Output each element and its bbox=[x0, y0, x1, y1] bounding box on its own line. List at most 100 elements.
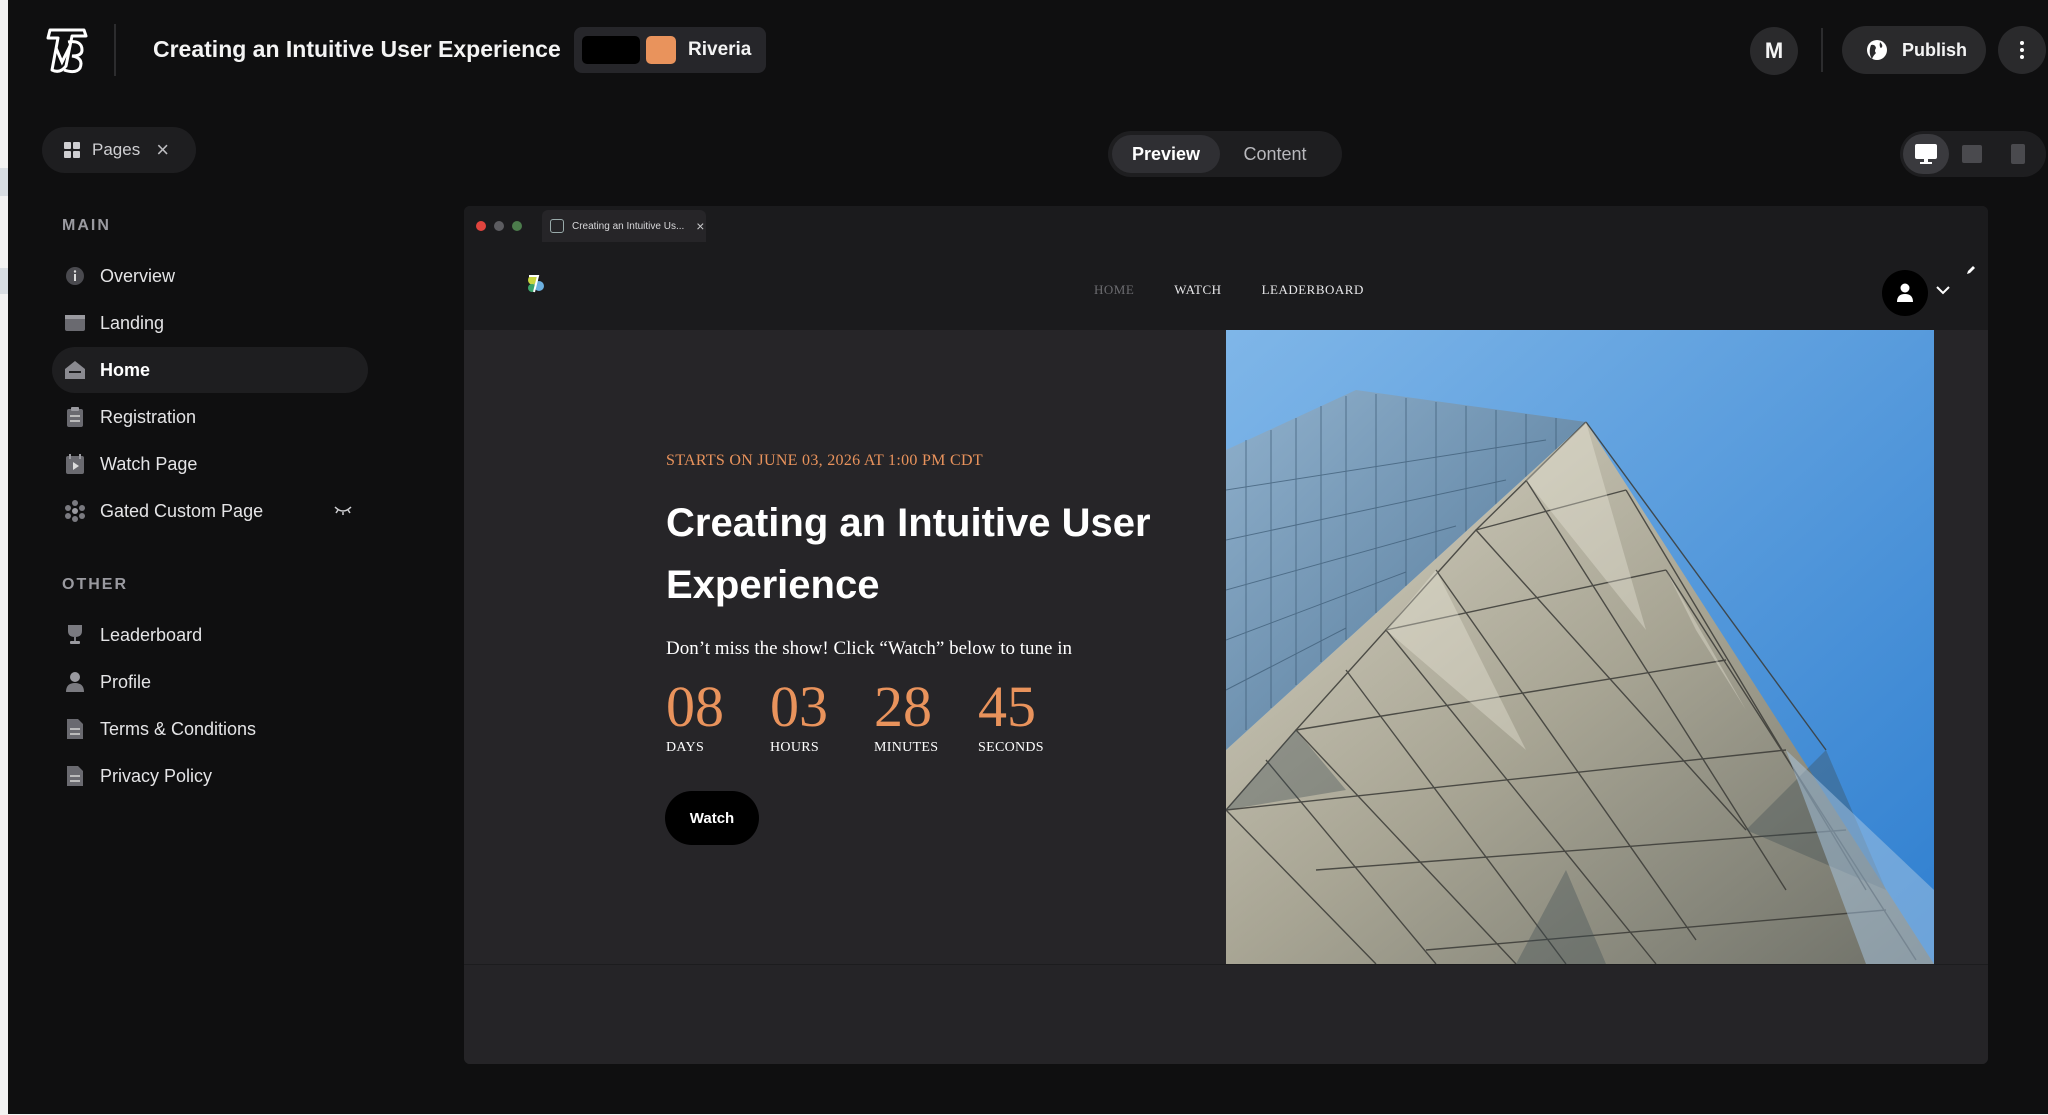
globe-icon bbox=[1867, 40, 1887, 60]
grid-dots-icon bbox=[64, 500, 86, 522]
site-nav-home[interactable]: HOME bbox=[1094, 282, 1134, 298]
sidebar-item-label: Home bbox=[100, 359, 151, 380]
countdown-value: 28 bbox=[874, 674, 932, 739]
device-mobile-button[interactable] bbox=[1995, 134, 2041, 174]
brand-logo[interactable] bbox=[42, 26, 92, 76]
hero-section: STARTS ON JUNE 03, 2026 AT 1:00 PM CDT C… bbox=[464, 330, 1988, 964]
eye-closed-icon[interactable] bbox=[334, 500, 352, 521]
countdown-days: 08 DAYS bbox=[666, 676, 770, 756]
sidebar-item-label: Registration bbox=[100, 406, 197, 427]
sidebar-item-label: Watch Page bbox=[100, 453, 198, 474]
countdown-value: 03 bbox=[770, 674, 828, 739]
countdown-unit: MINUTES bbox=[874, 740, 939, 755]
browser-tab-title: Creating an Intuitive Us... bbox=[572, 220, 685, 232]
sidebar-item-label: Leaderboard bbox=[100, 624, 203, 645]
edge-marker bbox=[0, 268, 8, 294]
countdown-value: 45 bbox=[978, 674, 1036, 739]
home-icon bbox=[64, 359, 86, 381]
publish-button[interactable]: Publish bbox=[1842, 26, 1986, 74]
more-options-button[interactable] bbox=[1998, 26, 2046, 74]
browser-tab-bar: Creating an Intuitive Us... × bbox=[464, 206, 1988, 246]
countdown-seconds: 45 SECONDS bbox=[978, 676, 1082, 756]
hero-image bbox=[1226, 330, 1934, 964]
device-tablet-button[interactable] bbox=[1949, 134, 1995, 174]
grid-icon bbox=[64, 142, 80, 158]
favicon-icon bbox=[550, 219, 564, 233]
theme-name: Riveria bbox=[688, 39, 752, 60]
hero-title: Creating an Intuitive User Experience bbox=[666, 501, 1151, 607]
document-icon bbox=[64, 765, 86, 787]
countdown-unit: SECONDS bbox=[978, 740, 1044, 755]
kebab-menu-icon bbox=[2020, 41, 2024, 59]
site-navbar: HOME WATCH LEADERBOARD bbox=[464, 246, 1988, 330]
window-maximize-dot bbox=[512, 221, 522, 231]
sidebar-item-profile[interactable]: Profile bbox=[52, 659, 368, 705]
left-edge-strip bbox=[0, 0, 8, 1115]
tab-preview[interactable]: Preview bbox=[1112, 135, 1220, 173]
sidebar-item-gated-custom-page[interactable]: Gated Custom Page bbox=[52, 488, 368, 534]
mobile-icon bbox=[2011, 144, 2025, 164]
sidebar-item-leaderboard[interactable]: Leaderboard bbox=[52, 612, 368, 658]
section-label-main: MAIN bbox=[62, 217, 111, 234]
tab-content[interactable]: Content bbox=[1220, 135, 1330, 173]
info-icon bbox=[64, 265, 86, 287]
hero-right-padding bbox=[1934, 330, 1988, 964]
hero-subtitle: Don’t miss the show! Click “Watch” below… bbox=[666, 638, 1073, 659]
sidebar-item-label: Privacy Policy bbox=[100, 765, 213, 786]
sidebar-item-watch-page[interactable]: Watch Page bbox=[52, 441, 368, 487]
header-divider bbox=[114, 24, 116, 76]
watch-button[interactable]: Watch bbox=[665, 791, 759, 845]
trophy-icon bbox=[64, 624, 86, 646]
tablet-icon bbox=[1962, 145, 1982, 163]
edge-marker bbox=[0, 168, 8, 196]
desktop-icon bbox=[1915, 144, 1937, 164]
edit-pencil-icon[interactable] bbox=[1966, 262, 1976, 280]
device-desktop-button[interactable] bbox=[1903, 134, 1949, 174]
device-switcher bbox=[1900, 131, 2046, 177]
preview-footer-area bbox=[464, 964, 1988, 1064]
site-nav-links: HOME WATCH LEADERBOARD bbox=[1094, 282, 1364, 298]
countdown-unit: DAYS bbox=[666, 740, 705, 755]
site-logo[interactable] bbox=[524, 272, 548, 301]
sidebar-item-label: Profile bbox=[100, 671, 152, 692]
pages-panel-toggle[interactable]: Pages × bbox=[42, 127, 196, 173]
sidebar-item-home[interactable]: Home bbox=[52, 347, 368, 393]
sidebar-item-registration[interactable]: Registration bbox=[52, 394, 368, 440]
window-close-dot bbox=[476, 221, 486, 231]
pages-label: Pages bbox=[92, 140, 141, 159]
user-avatar[interactable]: M bbox=[1750, 27, 1798, 75]
countdown-timer: 08 DAYS 03 HOURS 28 MINUTES 45 SECONDS bbox=[666, 676, 1082, 756]
clipboard-icon bbox=[64, 406, 86, 428]
theme-swatch-primary bbox=[582, 36, 640, 64]
theme-swatch-accent bbox=[646, 36, 676, 64]
person-icon bbox=[1897, 283, 1913, 302]
section-label-other: OTHER bbox=[62, 576, 128, 593]
site-user-avatar[interactable] bbox=[1882, 270, 1928, 316]
person-icon bbox=[64, 671, 86, 693]
sidebar-item-privacy-policy[interactable]: Privacy Policy bbox=[52, 753, 368, 799]
preview-frame: Creating an Intuitive Us... × HOME WATCH… bbox=[464, 206, 1988, 1064]
header-divider bbox=[1821, 28, 1823, 72]
theme-selector[interactable]: Riveria bbox=[574, 27, 766, 73]
site-nav-leaderboard[interactable]: LEADERBOARD bbox=[1262, 282, 1364, 298]
sidebar-item-label: Gated Custom Page bbox=[100, 500, 264, 521]
event-title: Creating an Intuitive User Experience bbox=[153, 36, 561, 62]
sidebar-item-label: Landing bbox=[100, 312, 165, 333]
sidebar-item-label: Terms & Conditions bbox=[100, 718, 257, 739]
publish-label: Publish bbox=[1902, 39, 1968, 60]
site-nav-watch[interactable]: WATCH bbox=[1174, 282, 1221, 298]
browser-window-icon bbox=[64, 312, 86, 334]
countdown-minutes: 28 MINUTES bbox=[874, 676, 978, 756]
tab-close-icon[interactable]: × bbox=[696, 218, 704, 234]
close-icon[interactable]: × bbox=[156, 137, 169, 163]
document-icon bbox=[64, 718, 86, 740]
play-calendar-icon bbox=[64, 453, 86, 475]
countdown-unit: HOURS bbox=[770, 740, 819, 755]
chevron-down-icon[interactable] bbox=[1936, 282, 1950, 300]
sidebar-item-overview[interactable]: Overview bbox=[52, 253, 368, 299]
sidebar-item-landing[interactable]: Landing bbox=[52, 300, 368, 346]
app-window: Creating an Intuitive User Experience Ri… bbox=[8, 0, 2048, 1115]
window-minimize-dot bbox=[494, 221, 504, 231]
sidebar-item-terms[interactable]: Terms & Conditions bbox=[52, 706, 368, 752]
browser-tab[interactable]: Creating an Intuitive Us... × bbox=[542, 210, 706, 242]
